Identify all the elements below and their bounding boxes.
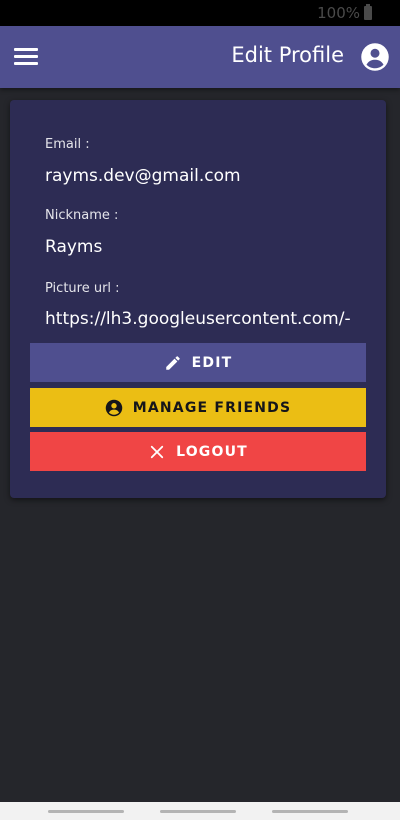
picture-url-label: Picture url :: [45, 281, 120, 296]
profile-card: Email : rayms.dev@gmail.com Nickname : R…: [10, 100, 386, 498]
close-icon: [150, 445, 164, 458]
app-bar: Edit Profile: [0, 26, 400, 88]
edit-button-label: Edit: [191, 354, 233, 371]
battery-icon: [364, 4, 372, 20]
battery-percentage: 100%: [317, 4, 360, 22]
manage-friends-button[interactable]: Manage Friends: [30, 388, 366, 427]
nav-back-handle[interactable]: [48, 810, 124, 813]
picture-url-value: https://lh3.googleusercontent.com/-Ku: [45, 309, 351, 329]
account-circle-icon: [105, 399, 122, 416]
page-title: Edit Profile: [231, 43, 344, 67]
battery-indicator: 100%: [317, 4, 372, 22]
menu-icon[interactable]: [14, 48, 38, 66]
nickname-value: Rayms: [45, 237, 103, 257]
logout-button-label: Logout: [176, 443, 248, 460]
nickname-label: Nickname :: [45, 208, 119, 223]
email-label: Email :: [45, 137, 90, 152]
status-bar: 100%: [0, 0, 400, 26]
pencil-icon: [165, 355, 180, 370]
account-circle-icon[interactable]: [360, 42, 390, 72]
manage-friends-button-label: Manage Friends: [132, 399, 292, 416]
logout-button[interactable]: Logout: [30, 432, 366, 471]
nav-home-handle[interactable]: [160, 810, 236, 813]
system-navigation-bar: [0, 802, 400, 820]
email-value: rayms.dev@gmail.com: [45, 166, 241, 186]
nav-recents-handle[interactable]: [272, 810, 348, 813]
edit-button[interactable]: Edit: [30, 343, 366, 382]
